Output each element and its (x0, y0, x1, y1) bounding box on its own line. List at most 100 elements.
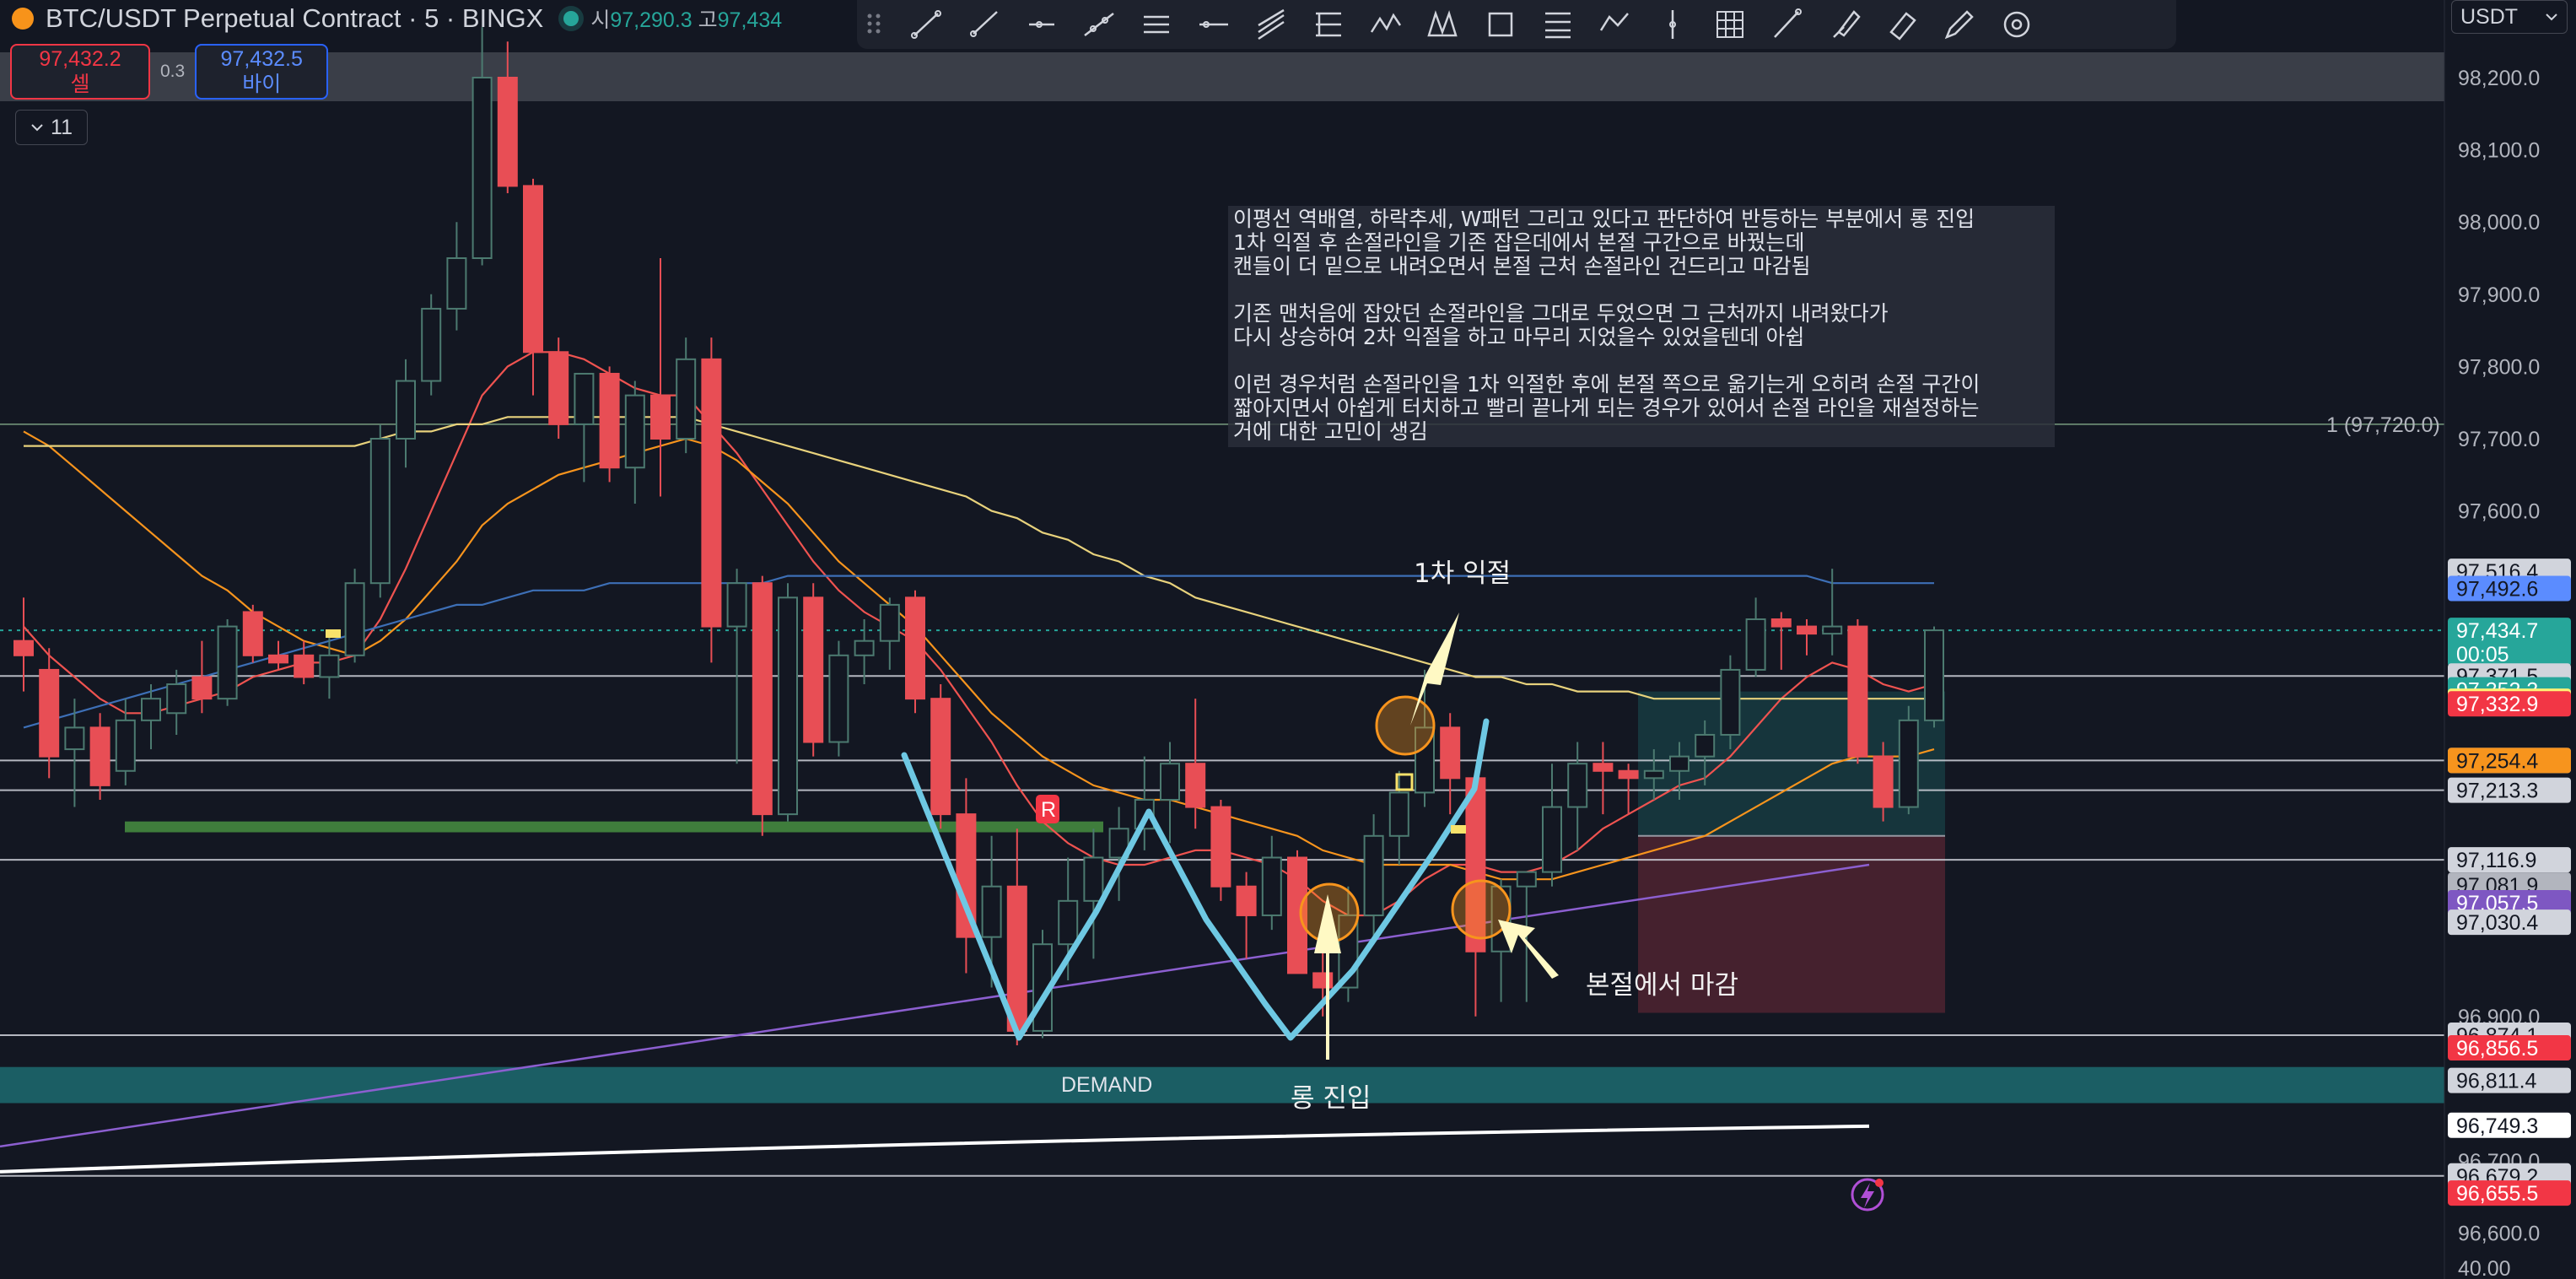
candle-body (369, 438, 391, 585)
candle-body (446, 257, 467, 310)
path-icon[interactable] (1596, 5, 1635, 44)
candle-body (39, 668, 60, 758)
candle-body (701, 358, 722, 628)
note-line: 이런 경우처럼 손절라인을 1차 익절한 후에 본절 쪽으로 옮기는게 오히려 … (1233, 372, 1980, 397)
candle-body (1797, 625, 1817, 635)
rectangle-icon[interactable] (1481, 5, 1520, 44)
candle-body (13, 640, 34, 656)
top-price-band (0, 52, 2444, 101)
highlight-circle (1375, 695, 1436, 756)
candle-body (905, 596, 925, 700)
indicators-toggle[interactable]: 11 (15, 110, 88, 145)
candle-body (879, 603, 900, 642)
pattern-icon[interactable] (1366, 5, 1405, 44)
candle-body (191, 676, 213, 700)
candle-body (1669, 755, 1689, 772)
candle-body (574, 372, 595, 425)
candle-body (1924, 629, 1944, 721)
grid-icon[interactable] (1711, 5, 1749, 44)
pitchfork-icon[interactable] (1252, 5, 1291, 44)
candle-body (268, 654, 288, 664)
toolbar-drag-handle-icon[interactable] (865, 12, 882, 35)
vertical-line-icon[interactable] (1653, 5, 1692, 44)
candle-body (497, 77, 518, 187)
sell-button[interactable]: 97,432.2 셀 (10, 44, 150, 100)
candle-body (1542, 806, 1562, 873)
candle-body (1185, 763, 1206, 808)
extended-line-icon[interactable] (1080, 5, 1118, 44)
price-badge-label: 96,811.4 (2456, 1070, 2537, 1093)
quick-trade-panel: 97,432.2 셀 0.3 97,432.5 바이 (10, 44, 329, 100)
long-entry-label: 롱 진입 (1291, 1083, 1371, 1114)
y-tick-label: 96,600.0 (2458, 1222, 2540, 1246)
horizontal-line-icon[interactable] (1194, 5, 1233, 44)
closed-breakeven-label: 본절에서 마감 (1586, 970, 1738, 1001)
candle-body (242, 611, 263, 656)
fib-retracement-icon[interactable] (1309, 5, 1348, 44)
candle-body (294, 654, 315, 678)
candle-body (1847, 625, 1868, 758)
candle-body (1083, 856, 1104, 902)
candle-body (624, 394, 645, 469)
settings-icon[interactable] (1997, 5, 2036, 44)
candle-body (1643, 769, 1664, 780)
price-badge-label: 97,492.6 (2456, 578, 2538, 602)
highlighter-icon[interactable] (1825, 5, 1864, 44)
fib-channel-icon[interactable] (1539, 5, 1577, 44)
ohlc-high-value: 97,434 (717, 8, 783, 32)
candle-body (854, 640, 875, 656)
candle-body (166, 683, 187, 715)
currency-select[interactable]: USDT (2451, 0, 2568, 34)
candle-body (1388, 791, 1409, 837)
candle-body (1822, 625, 1843, 635)
buy-button[interactable]: 97,432.5 바이 (195, 44, 329, 100)
sell-price: 97,432.2 (39, 47, 121, 71)
candle-body (472, 77, 493, 259)
candle-body (1440, 726, 1461, 780)
currency-value: USDT (2460, 4, 2519, 29)
parallel-channel-icon[interactable] (1137, 5, 1176, 44)
pencil-icon[interactable] (1940, 5, 1979, 44)
price-badge-label: 97,332.9 (2456, 693, 2538, 716)
ray-icon[interactable] (965, 5, 1004, 44)
demand-zone-label: DEMAND (1061, 1073, 1152, 1097)
candle-body (981, 885, 1002, 938)
chart-area[interactable]: DEMAND 1 (97,720.0) - R 1차 익절 롱 진입 본절에서 마감 이평선… (0, 0, 2576, 1279)
y-tick-label: 98,100.0 (2458, 139, 2540, 163)
candle-body (1720, 668, 1741, 736)
alert-line-label: 1 (97,720.0) - (2326, 413, 2453, 437)
price-badge-label: 97,434.7 (2456, 619, 2538, 643)
y-tick-label: 98,000.0 (2458, 211, 2540, 235)
candle-body (548, 351, 569, 425)
eraser-icon[interactable] (1883, 5, 1921, 44)
candle-body (1516, 871, 1537, 888)
price-chart[interactable]: DEMAND 1 (97,720.0) - R 1차 익절롱 진입 본절에서 마감 이평선… (0, 0, 2576, 1279)
r-marker-label: R (1041, 798, 1056, 822)
buy-label: 바이 (242, 73, 282, 96)
marker-yellow (1451, 825, 1466, 834)
symbol-title[interactable]: BTC/USDT Perpetual Contract · 5 · BINGX (46, 3, 543, 34)
candle-body (1898, 719, 1919, 808)
brush-icon[interactable] (1768, 5, 1807, 44)
candle-body (599, 372, 620, 469)
candle-body (676, 358, 697, 440)
note-line: 기존 맨처음에 잡았던 손절라인을 그대로 두었으면 그 근처까지 내려왔다가 (1233, 301, 1889, 326)
trend-line-icon[interactable] (908, 5, 946, 44)
candle-body (752, 582, 773, 816)
indicator-count: 11 (51, 115, 73, 139)
candle-body (803, 596, 824, 743)
candle-body (1160, 763, 1180, 801)
market-open-icon (563, 11, 579, 26)
candle-body (421, 307, 442, 382)
candle-body (1210, 806, 1231, 888)
price-badge-label: 97,254.4 (2456, 749, 2538, 773)
xabcd-pattern-icon[interactable] (1424, 5, 1463, 44)
ohlc-readout: 시97,290.3 고97,434 (590, 3, 782, 34)
candle-body (64, 726, 85, 751)
price-badge-label: 96,749.3 (2456, 1114, 2538, 1138)
note-line: 거에 대한 고민이 생김 (1233, 419, 1428, 444)
marker-yellow (326, 629, 341, 638)
horizontal-ray-icon[interactable] (1022, 5, 1061, 44)
y-tick-label: 97,800.0 (2458, 355, 2540, 379)
y-tick-label: 40.00 (2458, 1257, 2511, 1279)
